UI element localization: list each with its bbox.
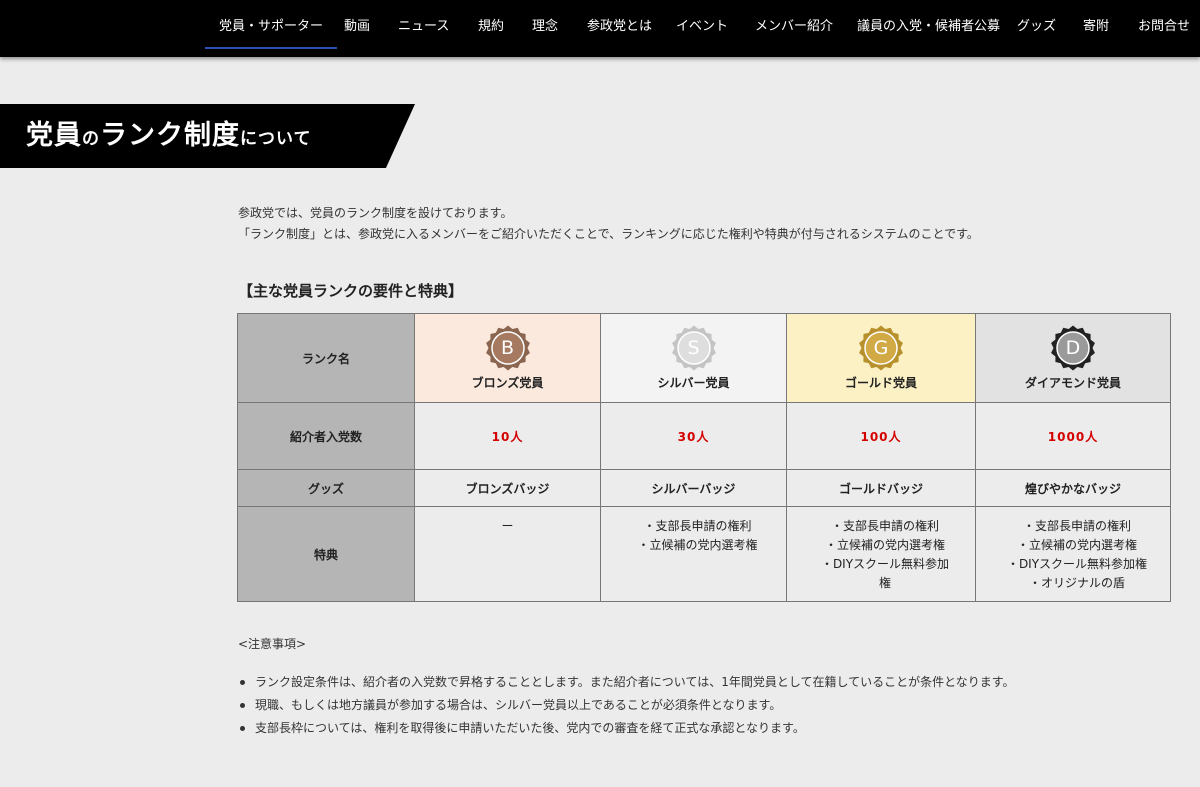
diamond-medal-icon: D xyxy=(1050,325,1096,371)
page-title-part1: 党員 xyxy=(26,120,82,151)
medal-letter: B xyxy=(500,337,515,359)
row-header-benefits: 特典 xyxy=(237,506,415,602)
rank-name: シルバー党員 xyxy=(657,376,730,390)
medal-letter: D xyxy=(1065,337,1081,359)
nav-item-philosophy[interactable]: 理念 xyxy=(532,0,558,57)
nav-item-events[interactable]: イベント xyxy=(676,0,728,57)
benefit-item: ・DIYスクール無料参加権 xyxy=(1006,557,1148,571)
goods-bronze: ブロンズバッジ xyxy=(414,469,601,507)
referral-count-bronze: 10人 xyxy=(414,402,601,470)
nav-item-videos[interactable]: 動画 xyxy=(344,0,370,57)
intro-line-2: 「ランク制度」とは、参政党に入るメンバーをご紹介いただくことで、ランキングに応じ… xyxy=(238,227,979,241)
benefit-item: ・支部長申請の権利 xyxy=(1022,519,1131,533)
benefits-silver: ・支部長申請の権利 ・立候補の党内選考権 xyxy=(600,506,787,602)
benefits-bronze: ー xyxy=(414,506,601,602)
nav-item-donation[interactable]: 寄附 xyxy=(1083,0,1109,57)
rank-cell-silver: S シルバー党員 xyxy=(600,313,787,403)
page-title-part2: の xyxy=(82,129,100,149)
nav-item-rules[interactable]: 規約 xyxy=(478,0,504,57)
rank-cell-bronze: B ブロンズ党員 xyxy=(414,313,601,403)
page-title-part4: について xyxy=(240,129,312,149)
benefit-item: 権 xyxy=(878,576,891,590)
nav-item-members[interactable]: メンバー紹介 xyxy=(755,0,833,57)
list-item: 支部長枠については、権利を取得後に申請いただいた後、党内での審査を経て正式な承認… xyxy=(238,717,1015,740)
nav-item-candidate-recruitment[interactable]: 議員の入党・候補者公募 xyxy=(857,0,1000,57)
rank-table: ランク名 B ブロンズ党員 S シルバー党員 G ゴールド党員 D ダイアモンド党員 紹… xyxy=(237,313,1171,602)
intro-line-1: 参政党では、党員のランク制度を設けております。 xyxy=(238,206,513,220)
top-navigation-bar: 党員・サポーター 動画 ニュース 規約 理念 参政党とは イベント メンバー紹介… xyxy=(0,0,1200,57)
benefit-item: ・オリジナルの盾 xyxy=(1028,576,1125,590)
silver-medal-icon: S xyxy=(671,325,717,371)
nav-item-news[interactable]: ニュース xyxy=(398,0,449,57)
nav-item-about[interactable]: 参政党とは xyxy=(587,0,652,57)
table-row-benefits: 特典 ー ・支部長申請の権利 ・立候補の党内選考権 ・支部長申請の権利 ・立候補の党… xyxy=(237,506,1171,602)
row-header-referrals: 紹介者入党数 xyxy=(237,402,415,470)
benefit-item: ・DIYスクール無料参加 xyxy=(820,557,950,571)
section-heading: 【主な党員ランクの要件と特典】 xyxy=(238,282,464,300)
medal-letter: G xyxy=(873,337,889,359)
list-item: 現職、もしくは地方議員が参加する場合は、シルバー党員以上であることが必須条件とな… xyxy=(238,694,1015,717)
notes-list: ランク設定条件は、紹介者の入党数で昇格することとします。また紹介者については、1… xyxy=(238,671,1015,740)
page-title-part3: ランク制度 xyxy=(100,120,240,151)
table-row-goods: グッズ ブロンズバッジ シルバーバッジ ゴールドバッジ 煌びやかなバッジ xyxy=(237,469,1171,507)
table-row-rank: ランク名 B ブロンズ党員 S シルバー党員 G ゴールド党員 D ダイアモンド党員 xyxy=(237,313,1171,403)
rank-name: ゴールド党員 xyxy=(844,376,917,390)
notes-title: <注意事項> xyxy=(238,637,307,651)
nav-item-members-supporters[interactable]: 党員・サポーター xyxy=(204,0,338,57)
referral-count-silver: 30人 xyxy=(600,402,787,470)
rank-cell-gold: G ゴールド党員 xyxy=(786,313,976,403)
referral-count-diamond: 1000人 xyxy=(975,402,1171,470)
benefits-gold: ・支部長申請の権利 ・立候補の党内選考権 ・DIYスクール無料参加権 xyxy=(786,506,976,602)
row-header-goods: グッズ xyxy=(237,469,415,507)
gold-medal-icon: G xyxy=(858,325,904,371)
benefit-item: ・立候補の党内選考権 xyxy=(1016,538,1137,552)
benefits-diamond: ・支部長申請の権利 ・立候補の党内選考権 ・DIYスクール無料参加権 ・オリジナルの盾 xyxy=(975,506,1171,602)
goods-silver: シルバーバッジ xyxy=(600,469,787,507)
page-title: 党員のランク制度について xyxy=(26,106,312,166)
benefit-item: ・支部長申請の権利 xyxy=(643,519,752,533)
benefit-item: ・立候補の党内選考権 xyxy=(637,538,758,552)
bronze-medal-icon: B xyxy=(485,325,531,371)
benefit-item: ・支部長申請の権利 xyxy=(830,519,939,533)
rank-cell-diamond: D ダイアモンド党員 xyxy=(975,313,1171,403)
list-item: ランク設定条件は、紹介者の入党数で昇格することとします。また紹介者については、1… xyxy=(238,671,1015,694)
referral-count-gold: 100人 xyxy=(786,402,976,470)
rank-name: ダイアモンド党員 xyxy=(1024,376,1121,390)
intro-text: 参政党では、党員のランク制度を設けております。 「ランク制度」とは、参政党に入る… xyxy=(238,203,979,245)
row-header-rank: ランク名 xyxy=(237,313,415,403)
nav-item-contact[interactable]: お問合せ xyxy=(1138,0,1190,57)
goods-diamond: 煌びやかなバッジ xyxy=(975,469,1171,507)
benefit-item: ・立候補の党内選考権 xyxy=(824,538,945,552)
nav-item-goods[interactable]: グッズ xyxy=(1017,0,1056,57)
medal-letter: S xyxy=(687,337,700,359)
rank-name: ブロンズ党員 xyxy=(471,376,544,390)
goods-gold: ゴールドバッジ xyxy=(786,469,976,507)
table-row-referrals: 紹介者入党数 10人 30人 100人 1000人 xyxy=(237,402,1171,470)
